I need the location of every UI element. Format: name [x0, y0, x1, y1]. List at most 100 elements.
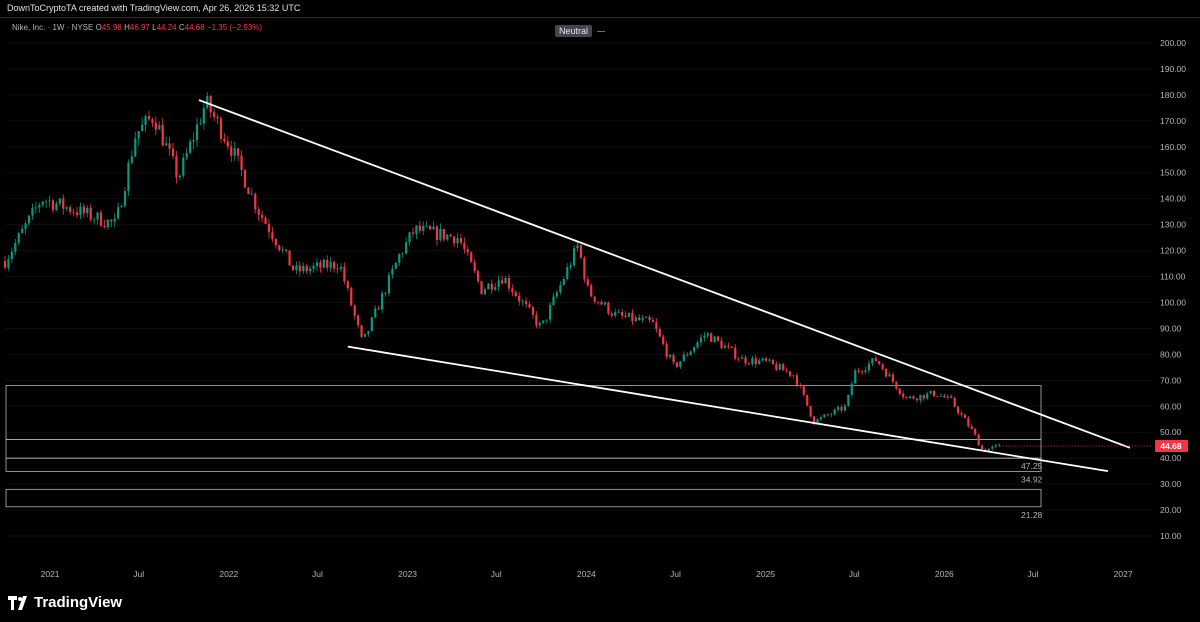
candle-body [99, 212, 103, 226]
candle-body [195, 124, 199, 140]
candle-body [764, 358, 768, 361]
candle-body [240, 155, 243, 170]
candle-body [888, 374, 891, 377]
x-tick-label: Jul [133, 569, 144, 579]
y-tick-label: 80.00 [1160, 349, 1182, 359]
candle-body [350, 288, 353, 306]
candle-body [326, 259, 329, 268]
symbol-legend[interactable]: Nike, Inc. · 1W · NYSE O45.98 H46.97 L44… [12, 23, 262, 32]
candle-body [72, 212, 75, 213]
candle-body [185, 152, 188, 158]
candle-body [668, 355, 672, 357]
candle-body [836, 407, 840, 410]
candle-body [374, 308, 377, 318]
candle-body [644, 317, 648, 318]
candle-body [151, 119, 154, 123]
candle-body [322, 259, 325, 268]
candle-body [524, 301, 528, 305]
candle-body [682, 354, 685, 362]
candle-body [370, 317, 373, 331]
candle-body [929, 390, 932, 394]
candle-body [480, 281, 483, 295]
candle-body [699, 337, 703, 343]
candle-body [106, 219, 109, 228]
candle-body [716, 336, 720, 341]
price-chart[interactable]: 47.25 34.92 21.28 200.00 190.00 180.00 170.00… [0, 0, 1200, 622]
candle-body [857, 370, 860, 372]
candle-body [449, 234, 452, 237]
candle-body [555, 292, 559, 297]
candle-body [943, 395, 946, 398]
candle-body [912, 396, 915, 399]
candle-body [922, 394, 925, 399]
candle-body [740, 357, 744, 359]
horizontal-zones: 47.25 34.92 21.28 [5, 385, 1043, 520]
candle-body [696, 342, 699, 348]
candle-body [10, 251, 13, 260]
y-tick-label: 100.00 [1160, 297, 1186, 307]
indicator-line-icon [597, 31, 605, 32]
candle-body [651, 320, 655, 323]
header-credit: DownToCryptoTA created with TradingView.… [7, 3, 301, 13]
candle-body [333, 261, 336, 269]
y-tick-label: 50.00 [1160, 427, 1182, 437]
candle-body [226, 141, 229, 147]
candle-body [860, 371, 864, 373]
candle-body [631, 312, 634, 322]
zone-box [5, 488, 1042, 508]
candle-body [219, 118, 223, 139]
candle-body [103, 225, 106, 228]
candle-body [113, 218, 116, 222]
candle-body [483, 289, 487, 295]
candle-body [144, 116, 147, 125]
candle-body [840, 407, 843, 411]
candle-body [874, 358, 877, 362]
candle-body [463, 242, 466, 250]
tradingview-logo[interactable]: TradingView [8, 594, 122, 611]
candle-body [720, 340, 723, 349]
candle-body [34, 207, 37, 209]
candle-body [830, 414, 833, 416]
candle-body [802, 386, 805, 395]
candle-body [127, 162, 130, 192]
candle-body [14, 242, 17, 252]
candle-body [360, 325, 363, 337]
candle-body [189, 141, 192, 153]
candle-body [387, 274, 391, 294]
candle-body [734, 347, 737, 359]
candle-body [500, 280, 504, 284]
y-tick-label: 170.00 [1160, 116, 1186, 126]
candle-body [470, 252, 473, 263]
candle-body [202, 108, 205, 124]
candle-body [806, 394, 809, 406]
candle-body [117, 207, 120, 219]
candle-body [727, 345, 730, 347]
zone-label: 34.92 [1021, 474, 1043, 484]
candle-body [881, 364, 884, 370]
x-tick-label: 2026 [935, 569, 954, 579]
candle-body [662, 336, 665, 345]
neutral-badge[interactable]: Neutral [555, 25, 593, 37]
candle-body [579, 245, 583, 258]
candle-body [79, 206, 82, 216]
time-axis: 2021 Jul 2022 Jul 2023 Jul 2024 Jul 2025 Jul 2026 J… [41, 569, 1133, 579]
header-bar: DownToCryptoTA created with TradingView.… [0, 0, 1200, 18]
y-tick-label: 110.00 [1160, 272, 1186, 282]
x-tick-label: 2024 [577, 569, 596, 579]
candle-body [27, 215, 31, 224]
candle-body [703, 335, 706, 338]
candle-body [566, 267, 569, 279]
y-tick-label: 90.00 [1160, 323, 1182, 333]
candle-body [130, 156, 133, 163]
close-value: 44.68 [184, 23, 205, 32]
y-tick-label: 60.00 [1160, 401, 1182, 411]
candle-body [706, 333, 709, 336]
candle-body [799, 384, 802, 387]
candle-body [850, 383, 853, 395]
candle-body [634, 317, 637, 322]
change-value: −1.35 (−2.93%) [206, 23, 263, 32]
grid [5, 42, 1152, 537]
y-tick-label: 140.00 [1160, 194, 1186, 204]
candle-body [442, 228, 445, 240]
candle-body [171, 148, 175, 157]
